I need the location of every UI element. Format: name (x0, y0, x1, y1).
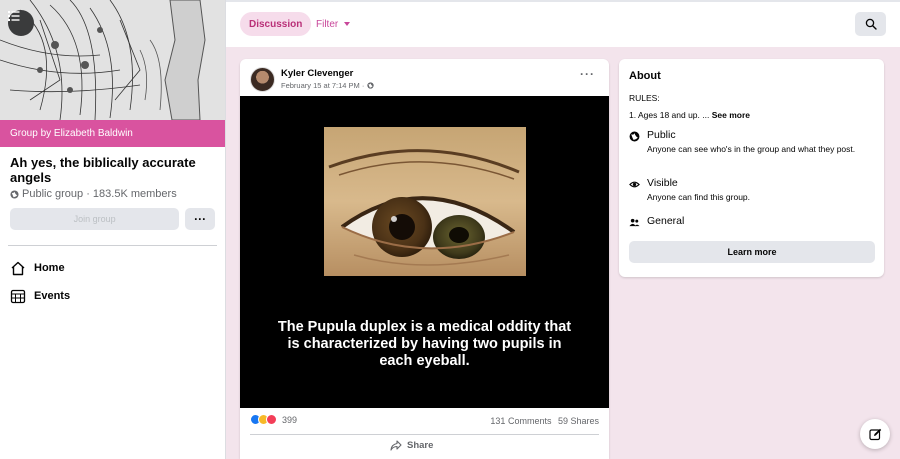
share-label: Share (407, 440, 434, 451)
reaction-icons (250, 414, 277, 425)
reaction-summary[interactable]: 399 (250, 414, 297, 425)
join-group-button[interactable]: Join group (10, 208, 180, 230)
sidebar-item-home[interactable]: Home (0, 254, 225, 282)
cover-illustration (0, 0, 225, 120)
group-actions: Join group ··· (0, 200, 225, 230)
shares-count[interactable]: 59 Shares (558, 416, 599, 426)
learn-more-button[interactable]: Learn more (629, 241, 875, 263)
image-caption: The Pupula duplex is a medical oddity th… (277, 319, 572, 369)
public-description: Anyone can see who's in the group and wh… (647, 144, 856, 154)
visibility-visible: Visible Anyone can find this group. (629, 177, 872, 203)
new-message-button[interactable] (860, 419, 890, 449)
list-icon (8, 11, 20, 21)
search-button[interactable] (855, 12, 886, 36)
post-time-text: February 15 at 7:14 PM · (281, 81, 365, 90)
globe-icon (10, 189, 19, 199)
eye-icon (629, 181, 640, 188)
sidebar-nav: Home Events (0, 246, 225, 310)
post-header: Kyler Clevenger February 15 at 7:14 PM ·… (240, 59, 609, 96)
menu-button[interactable] (8, 10, 34, 36)
people-icon (629, 218, 640, 227)
search-icon (865, 18, 877, 30)
group-title[interactable]: Ah yes, the biblically accurate angels (0, 147, 225, 185)
sidebar-item-events[interactable]: Events (0, 282, 225, 310)
general-title: General (647, 215, 685, 227)
home-icon (11, 261, 25, 275)
globe-icon (367, 82, 375, 89)
visible-description: Anyone can find this group. (647, 192, 751, 202)
group-type-general: General (629, 215, 684, 228)
love-icon (266, 414, 277, 425)
see-more-link[interactable]: See more (712, 110, 750, 120)
globe-icon (629, 131, 640, 142)
rules-first-rule: 1. Ages 18 and up. ... (629, 110, 710, 120)
group-owner-banner[interactable]: Group by Elizabeth Baldwin (0, 120, 225, 147)
compose-icon (868, 428, 881, 440)
sidebar-item-label: Events (34, 290, 71, 302)
engagement-counts: 131 Comments 59 Shares (486, 416, 599, 426)
tab-filter-label: Filter (316, 18, 339, 30)
sidebar-item-label: Home (34, 262, 65, 274)
eye-photo (324, 127, 526, 276)
group-meta-text: Public group · 183.5K members (22, 188, 177, 200)
more-options-button[interactable]: ··· (185, 208, 215, 230)
public-title: Public (647, 129, 676, 141)
post-card: Kyler Clevenger February 15 at 7:14 PM ·… (240, 59, 609, 459)
rules-label: RULES: (629, 93, 660, 103)
rules-text: 1. Ages 18 and up. ... See more (629, 110, 750, 120)
share-button[interactable]: Share (390, 440, 433, 451)
author-avatar[interactable] (250, 67, 275, 92)
calendar-icon (10, 289, 26, 303)
about-title: About (629, 70, 661, 82)
post-author[interactable]: Kyler Clevenger (281, 68, 353, 79)
reaction-count: 399 (282, 414, 298, 425)
caret-down-icon (344, 22, 351, 26)
tab-filter[interactable]: Filter (316, 12, 351, 36)
tab-discussion[interactable]: Discussion (240, 12, 312, 36)
cover-photo[interactable] (0, 0, 225, 120)
post-options-button[interactable]: ··· (580, 67, 595, 81)
post-timestamp[interactable]: February 15 at 7:14 PM · (281, 81, 375, 90)
group-sidebar: Group by Elizabeth Baldwin Ah yes, the b… (0, 0, 226, 459)
share-icon (390, 440, 402, 451)
divider (250, 434, 599, 435)
group-meta: Public group · 183.5K members (0, 185, 225, 200)
post-image[interactable]: The Pupula duplex is a medical oddity th… (240, 96, 609, 408)
about-card: About RULES: 1. Ages 18 and up. ... See … (619, 59, 884, 277)
privacy-public: Public Anyone can see who's in the group… (629, 129, 872, 155)
visible-title: Visible (647, 177, 678, 189)
comments-count[interactable]: 131 Comments (490, 416, 551, 426)
group-tabs-bar: Discussion Filter (226, 0, 900, 47)
